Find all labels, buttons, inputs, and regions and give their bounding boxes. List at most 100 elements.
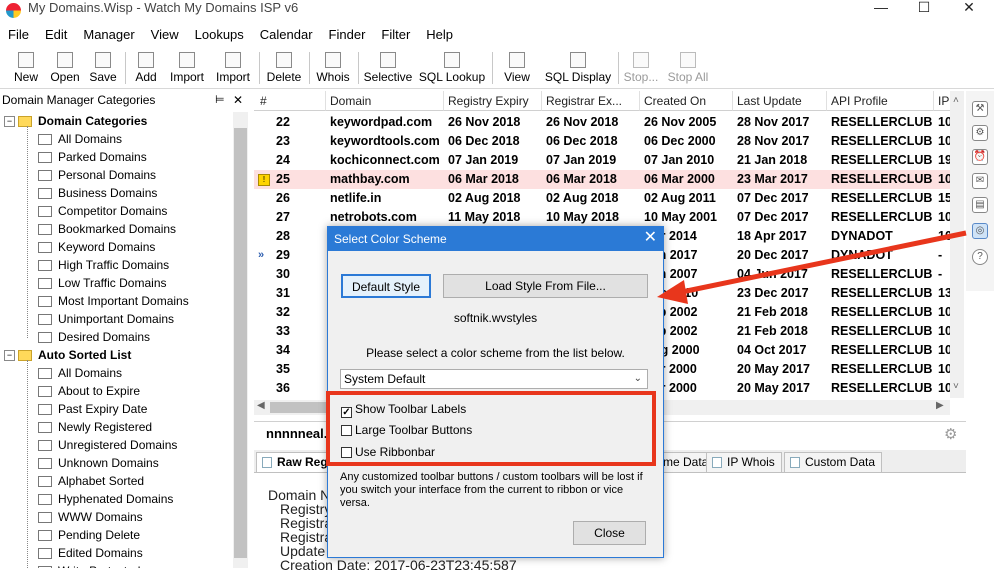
collapse-icon[interactable]: − <box>4 116 15 127</box>
view-button[interactable]: View <box>497 48 537 86</box>
tab-raw-registry[interactable]: Raw Reg <box>256 452 335 472</box>
tree-item[interactable]: Pending Delete <box>38 526 140 544</box>
color-scheme-select[interactable]: System Default ⌄ <box>340 369 648 389</box>
tab-custom-data[interactable]: Custom Data <box>784 452 883 472</box>
col-created-on-header[interactable]: Created On <box>640 91 733 111</box>
tree-item[interactable]: Competitor Domains <box>38 202 167 220</box>
stop-all-button[interactable]: Stop All <box>664 48 712 86</box>
tree-item[interactable]: Business Domains <box>38 184 157 202</box>
scroll-right-icon[interactable]: ▶ <box>936 400 944 411</box>
close-window-button[interactable]: ✕ <box>946 0 992 18</box>
default-style-button[interactable]: Default Style <box>341 274 431 298</box>
tree-item[interactable]: Parked Domains <box>38 148 147 166</box>
close-button[interactable]: Close <box>573 521 646 545</box>
menu-lookups[interactable]: Lookups <box>187 25 252 44</box>
app-icon <box>6 3 21 18</box>
import-button[interactable]: Import <box>166 48 208 86</box>
tree-item[interactable]: Hyphenated Domains <box>38 490 173 508</box>
help-icon[interactable]: ? <box>972 249 988 265</box>
tree-item[interactable]: Personal Domains <box>38 166 156 184</box>
collapse-icon[interactable]: − <box>4 350 15 361</box>
load-style-button[interactable]: Load Style From File... <box>443 274 648 298</box>
table-cell: 18 Apr 2017 <box>737 229 807 243</box>
add-button[interactable]: Add <box>130 48 162 86</box>
open-button[interactable]: Open <box>46 48 84 86</box>
tree-item[interactable]: Low Traffic Domains <box>38 274 167 292</box>
menu-edit[interactable]: Edit <box>37 25 75 44</box>
color-scheme-icon[interactable]: ◎ <box>972 223 988 239</box>
tree-item[interactable]: Edited Domains <box>38 544 143 562</box>
tree-item[interactable]: High Traffic Domains <box>38 256 169 274</box>
col-registry-expiry-header[interactable]: Registry Expiry <box>444 91 542 111</box>
scrollbar-thumb[interactable] <box>234 128 247 558</box>
mail-icon[interactable]: ✉ <box>972 173 988 189</box>
tree-group[interactable]: − Auto Sorted List <box>4 346 131 364</box>
category-scrollbar[interactable] <box>233 112 248 568</box>
tree-item[interactable]: About to Expire <box>38 382 140 400</box>
import-file-button[interactable]: Import <box>212 48 254 86</box>
col-index-header[interactable]: # <box>254 91 326 111</box>
table-row[interactable]: 24 kochiconnect.com 07 Jan 2019 07 Jan 2019… <box>254 151 950 170</box>
dialog-close-icon[interactable]: ✕ <box>638 227 657 249</box>
tree-item[interactable]: Alphabet Sorted <box>38 472 144 490</box>
table-row[interactable]: 22 keywordpad.com 26 Nov 2018 26 Nov 2018 26… <box>254 113 950 132</box>
pin-icon[interactable]: ⊨ <box>215 91 225 110</box>
scroll-down-icon[interactable]: ˅ <box>953 381 959 392</box>
tree-item[interactable]: Most Important Domains <box>38 292 189 310</box>
scrollbar-thumb[interactable] <box>270 402 330 413</box>
scroll-left-icon[interactable]: ◀ <box>257 400 265 411</box>
menu-finder[interactable]: Finder <box>321 25 374 44</box>
tree-item[interactable]: Unknown Domains <box>38 454 159 472</box>
tree-item[interactable]: All Domains <box>38 130 122 148</box>
tree-item[interactable]: Unregistered Domains <box>38 436 177 454</box>
tree-item[interactable]: Desired Domains <box>38 328 150 346</box>
table-cell: 07 Dec 2017 <box>737 191 809 205</box>
table-row[interactable]: ! 25 mathbay.com 06 Mar 2018 06 Mar 2018 06 M… <box>254 170 950 189</box>
tree-item[interactable]: Keyword Domains <box>38 238 155 256</box>
sql-lookup-button[interactable]: SQL Lookup <box>418 48 486 86</box>
scroll-up-icon[interactable]: ˄ <box>953 95 959 106</box>
minimize-button[interactable]: — <box>858 0 904 18</box>
menu-filter[interactable]: Filter <box>373 25 418 44</box>
tree-item[interactable]: All Domains <box>38 364 122 382</box>
selective-button[interactable]: Selective <box>362 48 414 86</box>
tree-item[interactable]: Unimportant Domains <box>38 310 174 328</box>
save-icon <box>95 52 111 68</box>
table-row[interactable]: 23 keywordtools.com 06 Dec 2018 06 Dec 2018… <box>254 132 950 151</box>
stop-button[interactable]: Stop... <box>622 48 660 86</box>
menu-view[interactable]: View <box>143 25 187 44</box>
maximize-button[interactable]: ☐ <box>901 0 947 18</box>
col-last-update-header[interactable]: Last Update <box>733 91 827 111</box>
new-button[interactable]: New <box>8 48 44 86</box>
table-row[interactable]: 26 netlife.in 02 Aug 2018 02 Aug 2018 02 Aug… <box>254 189 950 208</box>
alarm-icon[interactable]: ⏰ <box>972 149 988 165</box>
menu-file[interactable]: File <box>0 25 37 44</box>
settings-icon[interactable]: ⚙ <box>972 125 988 141</box>
tools-icon[interactable]: ⚒ <box>972 101 988 117</box>
tree-group[interactable]: − Domain Categories <box>4 112 147 130</box>
menu-manager[interactable]: Manager <box>75 25 142 44</box>
grid-vertical-scrollbar[interactable]: ˄ ˅ <box>950 91 964 398</box>
tree-item[interactable]: Bookmarked Domains <box>38 220 176 238</box>
tree-item[interactable]: WWW Domains <box>38 508 143 526</box>
gear-icon[interactable]: ⚙ <box>944 425 957 443</box>
menu-help[interactable]: Help <box>418 25 461 44</box>
save-button[interactable]: Save <box>86 48 120 86</box>
whois-button[interactable]: Whois <box>313 48 353 86</box>
tab-ip-whois[interactable]: IP Whois <box>706 452 782 472</box>
report-icon[interactable]: ▤ <box>972 197 988 213</box>
tree-item-label: All Domains <box>58 132 123 146</box>
col-domain-header[interactable]: Domain <box>326 91 444 111</box>
table-cell: netrobots.com <box>330 210 417 224</box>
tree-item[interactable]: Past Expiry Date <box>38 400 147 418</box>
menu-calendar[interactable]: Calendar <box>252 25 321 44</box>
tree-item[interactable]: Newly Registered <box>38 418 152 436</box>
sql-display-button[interactable]: SQL Display <box>544 48 612 86</box>
close-panel-icon[interactable]: ✕ <box>233 91 243 110</box>
table-row[interactable]: 27 netrobots.com 11 May 2018 10 May 2018 10 … <box>254 208 950 227</box>
delete-button[interactable]: Delete <box>264 48 304 86</box>
col-ip-header[interactable]: IP <box>934 91 950 111</box>
col-api-profile-header[interactable]: API Profile <box>827 91 934 111</box>
tree-item[interactable]: Write Protected <box>38 562 140 568</box>
col-registrar-expiry-header[interactable]: Registrar Ex... <box>542 91 640 111</box>
